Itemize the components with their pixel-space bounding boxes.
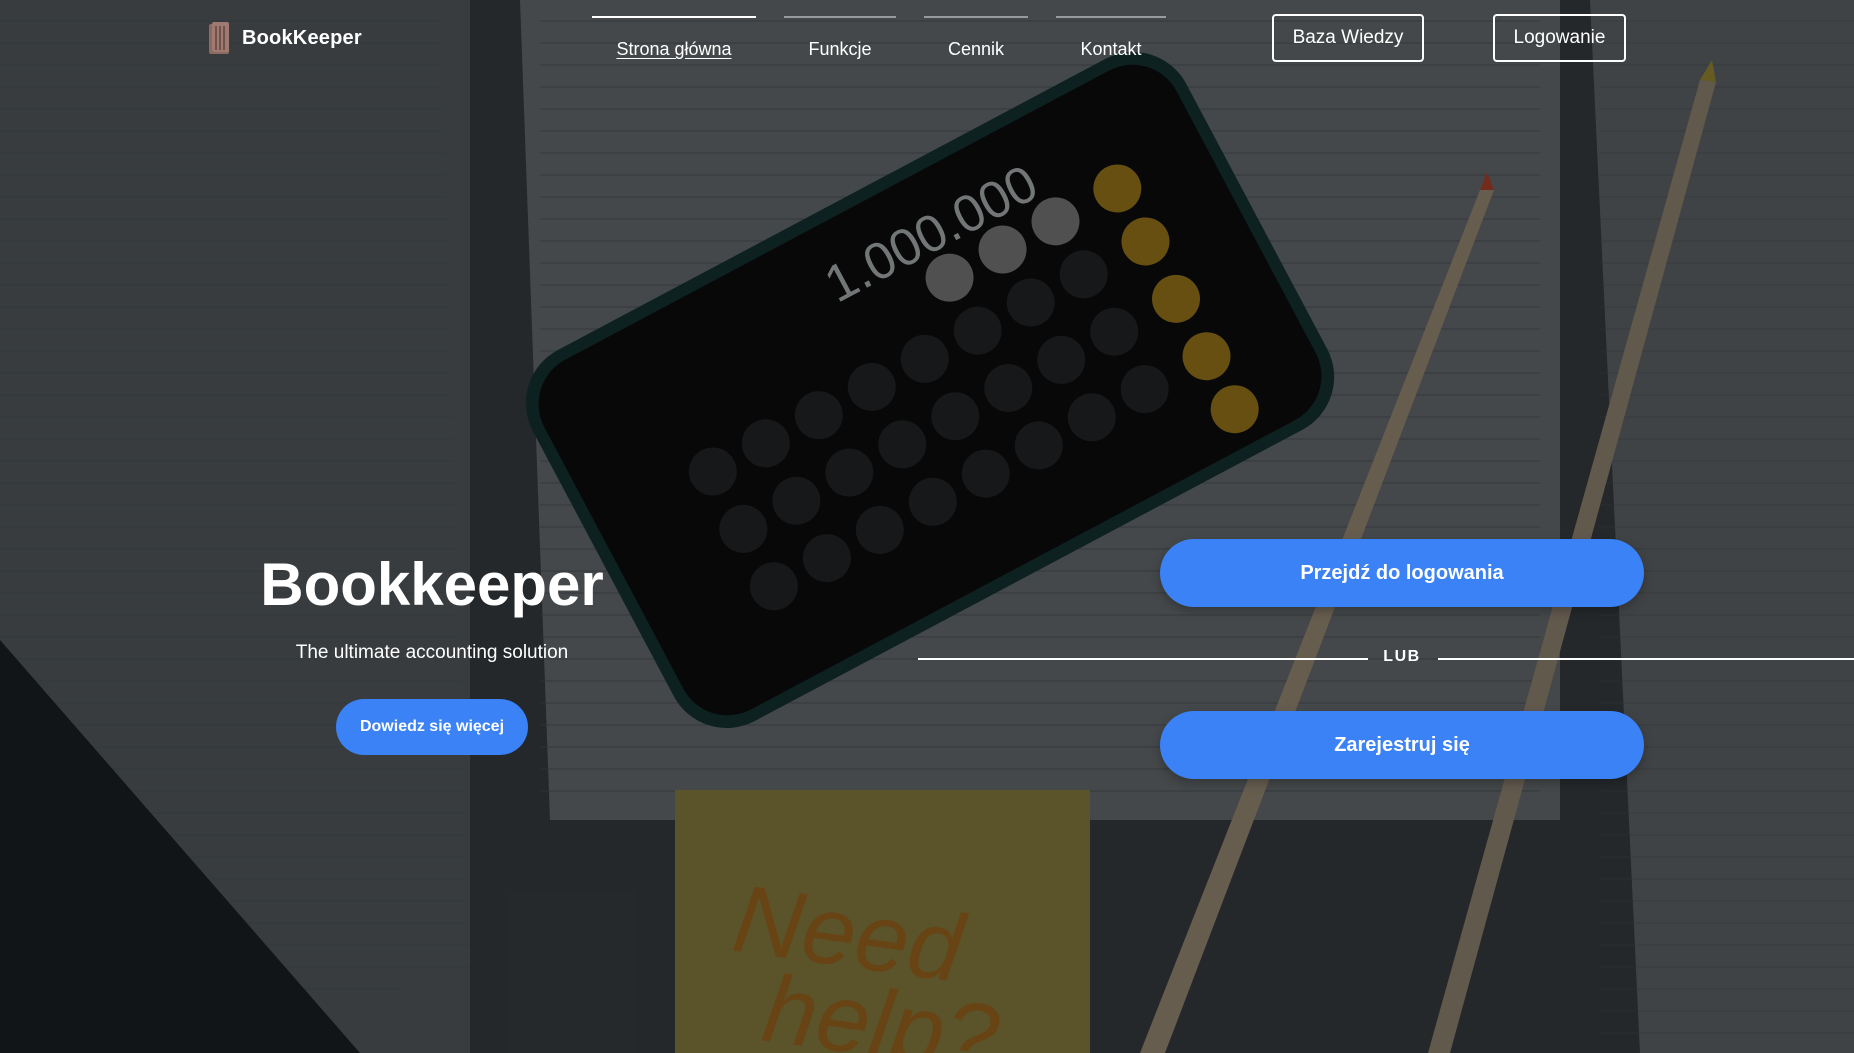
nav-item-home[interactable]: Strona główna — [592, 16, 756, 60]
register-button[interactable]: Zarejestruj się — [1160, 711, 1644, 779]
learn-more-button[interactable]: Dowiedz się więcej — [336, 699, 528, 755]
nav-item-label: Cennik — [947, 39, 1005, 59]
brand-logo[interactable]: BookKeeper — [206, 18, 362, 58]
nav-item-contact[interactable]: Kontakt — [1056, 16, 1166, 60]
knowledge-base-button[interactable]: Baza Wiedzy — [1272, 14, 1424, 62]
nav-item-label: Strona główna — [616, 39, 732, 59]
background-image: Need help? 1.000.000 — [0, 0, 1854, 1053]
landing-page: Need help? 1.000.000 BookKeeper Strona g… — [0, 0, 1854, 1053]
or-divider-label: LUB — [1383, 648, 1421, 665]
nav-item-label: Kontakt — [1080, 39, 1142, 59]
divider-line-right — [1438, 658, 1854, 660]
hero-subtitle: The ultimate accounting solution — [295, 642, 569, 663]
book-icon — [206, 20, 232, 56]
hero-title: Bookkeeper — [260, 551, 604, 618]
login-button[interactable]: Logowanie — [1493, 14, 1626, 62]
main-nav: Strona główna Funkcje Cennik Kontakt — [592, 16, 1166, 60]
go-to-login-button[interactable]: Przejdź do logowania — [1160, 539, 1644, 607]
nav-item-features[interactable]: Funkcje — [784, 16, 896, 60]
divider-line-left — [918, 658, 1368, 660]
nav-item-label: Funkcje — [808, 39, 872, 59]
brand-name: BookKeeper — [242, 26, 362, 49]
nav-item-pricing[interactable]: Cennik — [924, 16, 1028, 60]
